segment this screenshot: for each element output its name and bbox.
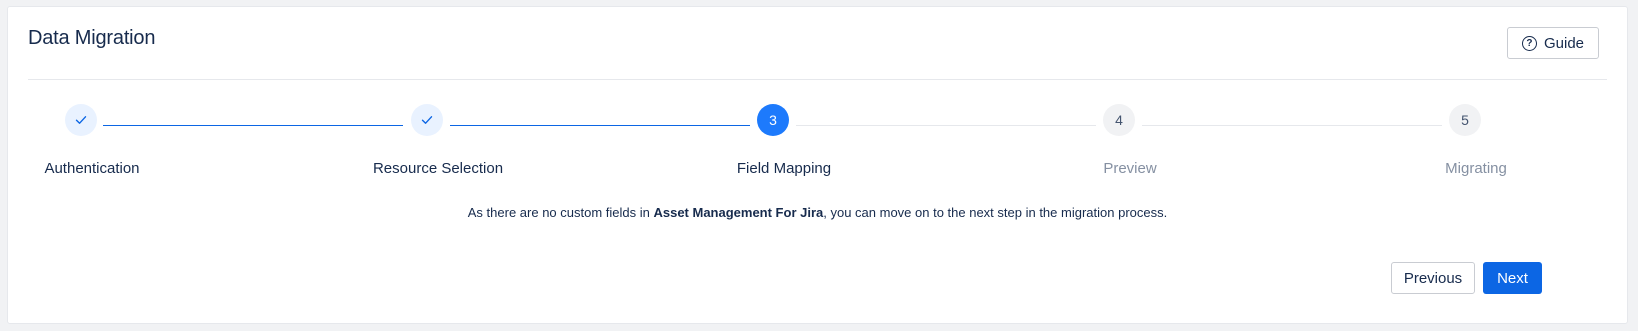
- info-message-prefix: As there are no custom fields in: [467, 205, 654, 220]
- header-divider: [28, 79, 1607, 80]
- step-connector-3-4: [796, 125, 1096, 126]
- step-3-indicator: 3: [757, 104, 789, 136]
- step-3-label: Field Mapping: [736, 160, 832, 177]
- data-migration-panel: Data Migration ? Guide 3 4 5 Authenticat…: [7, 6, 1628, 324]
- help-circle-icon: ?: [1521, 35, 1537, 51]
- step-1-check-icon: [65, 104, 97, 136]
- info-message-app-name: Asset Management For Jira: [653, 205, 824, 220]
- step-2-label: Resource Selection: [372, 160, 504, 177]
- step-4-label: Preview: [1103, 160, 1157, 177]
- step-connector-4-5: [1142, 125, 1442, 126]
- page-title: Data Migration: [28, 27, 156, 49]
- step-5-label: Migrating: [1445, 160, 1507, 177]
- step-connector-2-3: [450, 125, 750, 126]
- next-button[interactable]: Next: [1483, 262, 1542, 294]
- step-4-indicator: 4: [1103, 104, 1135, 136]
- info-message: As there are no custom fields in Asset M…: [8, 205, 1627, 220]
- guide-button-label: Guide: [1543, 34, 1585, 52]
- step-2-check-icon: [411, 104, 443, 136]
- info-message-suffix: , you can move on to the next step in th…: [823, 205, 1168, 220]
- previous-button[interactable]: Previous: [1391, 262, 1475, 294]
- step-connector-1-2: [103, 125, 403, 126]
- guide-button[interactable]: ? Guide: [1507, 27, 1599, 59]
- step-5-indicator: 5: [1449, 104, 1481, 136]
- step-1-label: Authentication: [44, 160, 140, 177]
